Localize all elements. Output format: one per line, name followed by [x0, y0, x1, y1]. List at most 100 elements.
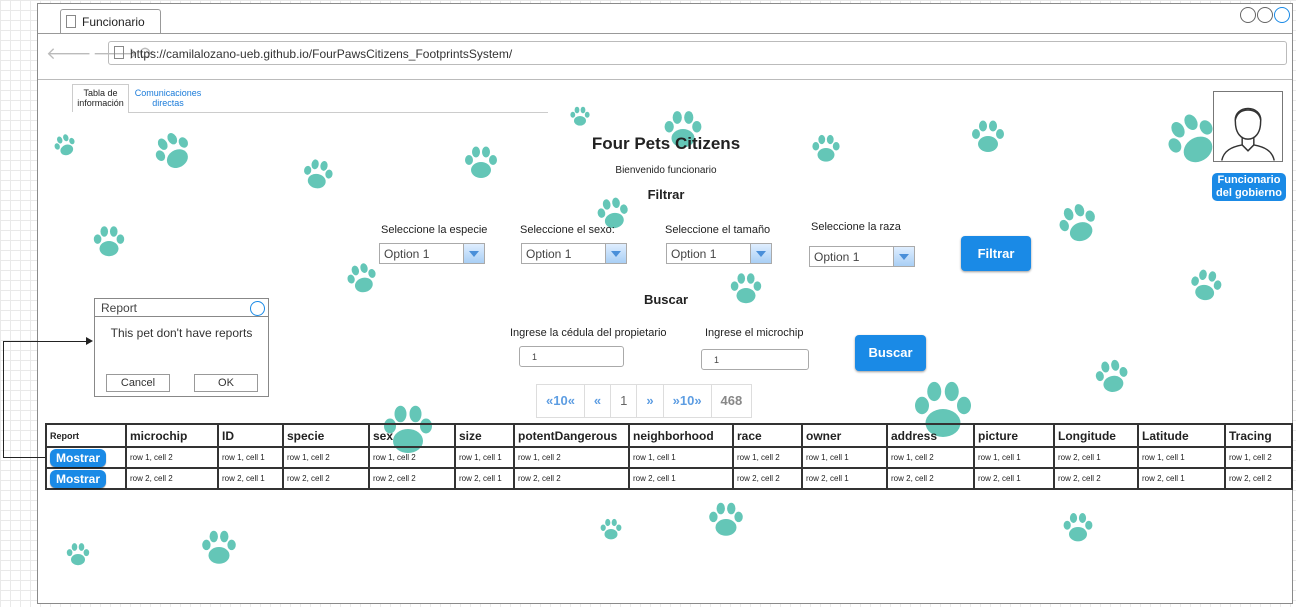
- user-role-badge: Funcionario del gobierno: [1212, 173, 1286, 201]
- url-text: https://camilalozano-ueb.github.io/FourP…: [130, 47, 513, 61]
- table-cell: row 1, cell 2: [1224, 446, 1293, 469]
- page-prev[interactable]: «: [585, 385, 612, 417]
- filter-button[interactable]: Filtrar: [961, 236, 1031, 271]
- document-icon: [66, 15, 76, 28]
- chevron-down-icon: [893, 247, 914, 266]
- tab-underline: [128, 112, 548, 113]
- table-cell: row 2, cell 2: [1224, 467, 1293, 490]
- dialog-header: Report: [95, 299, 268, 317]
- address-bar[interactable]: https://camilalozano-ueb.github.io/FourP…: [108, 41, 1287, 65]
- page-next[interactable]: »: [637, 385, 664, 417]
- table-cell: row 1, cell 2: [886, 446, 975, 469]
- paw-print-icon: [568, 104, 592, 128]
- minimize-circle-icon[interactable]: [1240, 7, 1256, 23]
- table-cell: row 1, cell 1: [973, 446, 1055, 469]
- chevron-down-icon: [750, 244, 771, 263]
- paw-print-icon: [198, 526, 240, 568]
- page-last[interactable]: 468: [712, 385, 752, 417]
- paw-print-icon: [705, 498, 747, 540]
- table-cell: row 2, cell 1: [217, 467, 284, 490]
- table-cell: row 1, cell 2: [732, 446, 803, 469]
- close-circle-icon[interactable]: [1274, 7, 1290, 23]
- column-header: specie: [282, 423, 370, 448]
- table-cell: row 2, cell 1: [973, 467, 1055, 490]
- column-header: Tracing: [1224, 423, 1293, 448]
- size-select-value: Option 1: [671, 247, 717, 261]
- column-header: race: [732, 423, 803, 448]
- table-cell: row 2, cell 2: [282, 467, 370, 490]
- tab-comunicaciones-directas[interactable]: Comunicaciones directas: [130, 88, 206, 108]
- column-header: picture: [973, 423, 1055, 448]
- mostrar-button[interactable]: Mostrar: [50, 448, 107, 467]
- table-cell: row 2, cell 2: [886, 467, 975, 490]
- page-icon: [114, 46, 124, 59]
- table-cell: row 2, cell 1: [628, 467, 734, 490]
- column-header: microchip: [125, 423, 219, 448]
- browser-tab[interactable]: Funcionario: [60, 9, 161, 34]
- table-cell: row 2, cell 2: [513, 467, 630, 490]
- search-button[interactable]: Buscar: [855, 335, 926, 371]
- pagination: «10« « 1 » »10» 468: [536, 384, 753, 418]
- back-arrow-icon[interactable]: 🡐: [46, 44, 93, 63]
- species-select[interactable]: Option 1: [379, 243, 485, 264]
- close-circle-icon[interactable]: [250, 301, 265, 316]
- cancel-button[interactable]: Cancel: [106, 374, 170, 392]
- race-select-value: Option 1: [814, 250, 860, 264]
- user-avatar-icon: [1221, 107, 1275, 161]
- avatar[interactable]: [1213, 91, 1283, 162]
- connector-line: [3, 341, 87, 342]
- dialog-message: This pet don't have reports: [110, 326, 253, 340]
- table-cell: row 2, cell 2: [368, 467, 456, 490]
- table-row: Mostrar row 1, cell 2 row 1, cell 1 row …: [45, 446, 1293, 469]
- page-current[interactable]: 1: [611, 385, 638, 417]
- pets-table: Report microchip ID specie sex size pote…: [45, 423, 1293, 490]
- paw-print-icon: [90, 222, 128, 260]
- paw-print-icon: [1060, 509, 1096, 545]
- page-back-10[interactable]: «10«: [537, 385, 585, 417]
- table-cell: row 2, cell 1: [454, 467, 515, 490]
- column-header: Report: [45, 423, 127, 448]
- page-title: Four Pets Citizens: [591, 134, 741, 153]
- table-cell: row 2, cell 2: [125, 467, 219, 490]
- table-cell: row 1, cell 1: [1137, 446, 1226, 469]
- connector-line: [3, 457, 45, 458]
- paw-print-icon: [1089, 353, 1135, 399]
- column-header: neighborhood: [628, 423, 734, 448]
- report-cell: Mostrar: [45, 467, 127, 490]
- page-forward-10[interactable]: »10»: [664, 385, 712, 417]
- size-select[interactable]: Option 1: [666, 243, 772, 264]
- column-header: address: [886, 423, 975, 448]
- table-row: Mostrar row 2, cell 2 row 2, cell 1 row …: [45, 467, 1293, 490]
- report-dialog: Report This pet don't have reports Cance…: [94, 298, 269, 397]
- tab-title: Funcionario: [82, 15, 145, 29]
- table-cell: row 2, cell 2: [1053, 467, 1139, 490]
- arrow-head-icon: [86, 337, 93, 345]
- microchip-label: Ingrese el microchip: [705, 327, 804, 339]
- owner-id-input[interactable]: 1: [519, 346, 624, 367]
- maximize-circle-icon[interactable]: [1257, 7, 1273, 23]
- table-cell: row 2, cell 2: [732, 467, 803, 490]
- species-label: Seleccione la especie: [381, 224, 488, 236]
- sex-select[interactable]: Option 1: [521, 243, 627, 264]
- species-select-value: Option 1: [384, 247, 430, 261]
- table-cell: row 1, cell 1: [801, 446, 888, 469]
- tab-divider: [38, 33, 1292, 34]
- paw-print-icon: [64, 540, 92, 568]
- table-cell: row 2, cell 1: [1137, 467, 1226, 490]
- welcome-text: Bienvenido funcionario: [615, 165, 717, 176]
- race-label: Seleccione la raza: [811, 221, 901, 233]
- column-header: sex: [368, 423, 456, 448]
- filter-heading: Filtrar: [647, 187, 685, 202]
- tab-tabla-informacion[interactable]: Tabla de información: [72, 84, 129, 112]
- chevron-down-icon: [463, 244, 484, 263]
- sex-label: Seleccione el sexo:: [520, 224, 615, 236]
- table-cell: row 1, cell 1: [217, 446, 284, 469]
- microchip-input[interactable]: 1: [701, 349, 809, 370]
- race-select[interactable]: Option 1: [809, 246, 915, 267]
- mostrar-button[interactable]: Mostrar: [50, 469, 107, 488]
- table-header-row: Report microchip ID specie sex size pote…: [45, 423, 1293, 448]
- ok-button[interactable]: OK: [194, 374, 258, 392]
- report-cell: Mostrar: [45, 446, 127, 469]
- sex-select-value: Option 1: [526, 247, 572, 261]
- column-header: owner: [801, 423, 888, 448]
